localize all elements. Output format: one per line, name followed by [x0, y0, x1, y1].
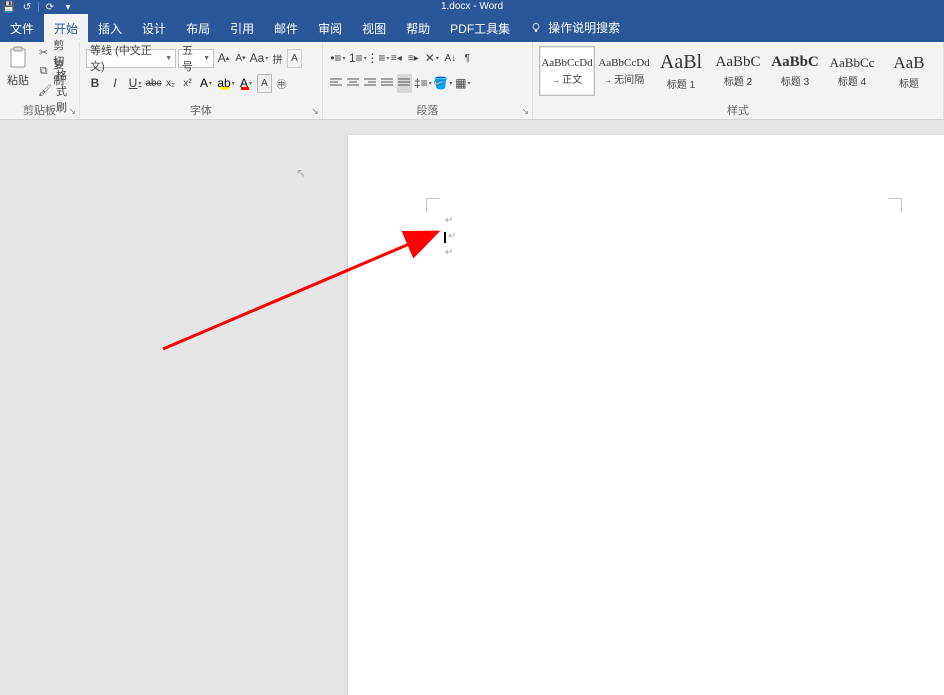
style-item-3[interactable]: AaBbC标题 2: [710, 46, 766, 96]
tab-mailings[interactable]: 邮件: [264, 14, 308, 42]
mouse-cursor-icon: ↖: [296, 166, 306, 180]
group-label-styles: 样式: [539, 100, 937, 119]
style-item-0[interactable]: AaBbCcDd→ 正文: [539, 46, 595, 96]
margin-mark-top-left: [426, 198, 440, 212]
distribute-button[interactable]: [397, 74, 412, 93]
asian-layout-button[interactable]: ✕▾: [423, 49, 441, 68]
ribbon: 粘贴 ✂剪切 ⧉复制 🖌格式刷 剪贴板↘ 等线 (中文正文)▼ 五号▼ A▴ A…: [0, 42, 944, 120]
margin-mark-top-right: [888, 198, 902, 212]
font-launcher-icon[interactable]: ↘: [311, 106, 319, 117]
bullets-button[interactable]: •≡▾: [329, 49, 347, 68]
multilevel-list-button[interactable]: ⋮≡▾: [369, 49, 387, 68]
redo-icon[interactable]: ⟳: [43, 1, 57, 13]
change-case-button[interactable]: Aa▾: [250, 49, 268, 68]
style-item-4[interactable]: AaBbC标题 3: [767, 46, 823, 96]
style-item-6[interactable]: AaB标题: [881, 46, 937, 96]
tab-references[interactable]: 引用: [220, 14, 264, 42]
align-center-button[interactable]: [346, 74, 361, 93]
decrease-indent-button[interactable]: ≡◂: [389, 49, 404, 68]
paste-icon: [6, 46, 30, 70]
paragraph-launcher-icon[interactable]: ↘: [521, 106, 529, 117]
paragraph-mark-icon: ↵: [445, 215, 453, 226]
line-spacing-button[interactable]: ‡≡▾: [414, 74, 432, 93]
style-item-5[interactable]: AaBbCc标题 4: [824, 46, 880, 96]
group-label-font: 字体↘: [86, 100, 316, 119]
shading-button[interactable]: 🪣▾: [434, 74, 452, 93]
paintbrush-icon: 🖌: [38, 84, 52, 98]
paragraph-mark-icon: ↵: [445, 247, 453, 258]
char-shading-button[interactable]: A: [257, 74, 272, 93]
font-family-combo[interactable]: 等线 (中文正文)▼: [86, 49, 176, 68]
highlight-button[interactable]: ab▾: [217, 74, 235, 93]
text-effect-button[interactable]: A▾: [197, 74, 215, 93]
paragraph-mark-icon: ↵: [448, 231, 456, 242]
font-size-combo[interactable]: 五号▼: [178, 49, 214, 68]
subscript-button[interactable]: x₂: [163, 74, 178, 93]
group-label-clipboard: 剪贴板↘: [6, 100, 73, 119]
text-cursor: [444, 232, 446, 243]
underline-button[interactable]: U▾: [126, 74, 144, 93]
qat-more-icon[interactable]: ▾: [61, 1, 75, 13]
increase-indent-button[interactable]: ≡▸: [406, 49, 421, 68]
strikethrough-button[interactable]: abc: [146, 74, 161, 93]
tab-design[interactable]: 设计: [132, 14, 176, 42]
title-bar: 💾 ↺ ⟳ ▾ 1.docx - Word: [0, 0, 944, 14]
tab-insert[interactable]: 插入: [88, 14, 132, 42]
tab-view[interactable]: 视图: [352, 14, 396, 42]
bold-button[interactable]: B: [86, 74, 104, 93]
save-icon[interactable]: 💾: [2, 1, 16, 13]
borders-button[interactable]: ▦▾: [454, 74, 472, 93]
tell-me-label: 操作说明搜索: [548, 19, 620, 36]
grow-font-button[interactable]: A▴: [216, 49, 231, 68]
scissors-icon: ✂: [38, 46, 49, 60]
italic-button[interactable]: I: [106, 74, 124, 93]
align-right-button[interactable]: [363, 74, 378, 93]
clipboard-launcher-icon[interactable]: ↘: [68, 106, 76, 117]
copy-icon: ⧉: [38, 65, 49, 79]
group-styles: AaBbCcDd→ 正文AaBbCcDd→ 无间隔AaBl标题 1AaBbC标题…: [533, 42, 944, 119]
lightbulb-icon: [530, 22, 542, 34]
justify-button[interactable]: [380, 74, 395, 93]
superscript-button[interactable]: x²: [180, 74, 195, 93]
undo-icon[interactable]: ↺: [20, 1, 34, 13]
enclose-char-button[interactable]: ㊥: [274, 74, 289, 93]
sort-button[interactable]: A↓: [443, 49, 458, 68]
format-painter-button[interactable]: 🖌格式刷: [36, 82, 73, 99]
tab-pdf-tools[interactable]: PDF工具集: [440, 14, 520, 42]
phonetic-guide-button[interactable]: 拼: [270, 49, 285, 68]
align-left-button[interactable]: [329, 74, 344, 93]
style-item-2[interactable]: AaBl标题 1: [653, 46, 709, 96]
quick-access-toolbar: 💾 ↺ ⟳ ▾: [0, 1, 75, 13]
font-color-button[interactable]: A▾: [237, 74, 255, 93]
tab-review[interactable]: 审阅: [308, 14, 352, 42]
style-item-1[interactable]: AaBbCcDd→ 无间隔: [596, 46, 652, 96]
group-label-paragraph: 段落↘: [329, 100, 526, 119]
shrink-font-button[interactable]: A▾: [233, 49, 248, 68]
clear-format-button[interactable]: A: [287, 49, 302, 68]
tab-file[interactable]: 文件: [0, 14, 44, 42]
group-paragraph: •≡▾ 1≡▾ ⋮≡▾ ≡◂ ≡▸ ✕▾ A↓ ¶: [323, 42, 533, 119]
styles-gallery[interactable]: AaBbCcDd→ 正文AaBbCcDd→ 无间隔AaBl标题 1AaBbC标题…: [539, 44, 937, 100]
tab-help[interactable]: 帮助: [396, 14, 440, 42]
paste-label: 粘贴: [7, 72, 29, 88]
separator: [38, 2, 39, 12]
numbering-button[interactable]: 1≡▾: [349, 49, 367, 68]
group-clipboard: 粘贴 ✂剪切 ⧉复制 🖌格式刷 剪贴板↘: [0, 42, 80, 119]
paste-button[interactable]: 粘贴: [6, 44, 30, 100]
tell-me[interactable]: 操作说明搜索: [520, 19, 628, 42]
document-title: 1.docx - Word: [441, 0, 503, 12]
ribbon-tabs: 文件 开始 插入 设计 布局 引用 邮件 审阅 视图 帮助 PDF工具集 操作说…: [0, 14, 944, 42]
group-font: 等线 (中文正文)▼ 五号▼ A▴ A▾ Aa▾ 拼 A B I U▾ abc …: [80, 42, 323, 119]
document-page[interactable]: [348, 135, 944, 695]
show-marks-button[interactable]: ¶: [460, 49, 475, 68]
tab-layout[interactable]: 布局: [176, 14, 220, 42]
